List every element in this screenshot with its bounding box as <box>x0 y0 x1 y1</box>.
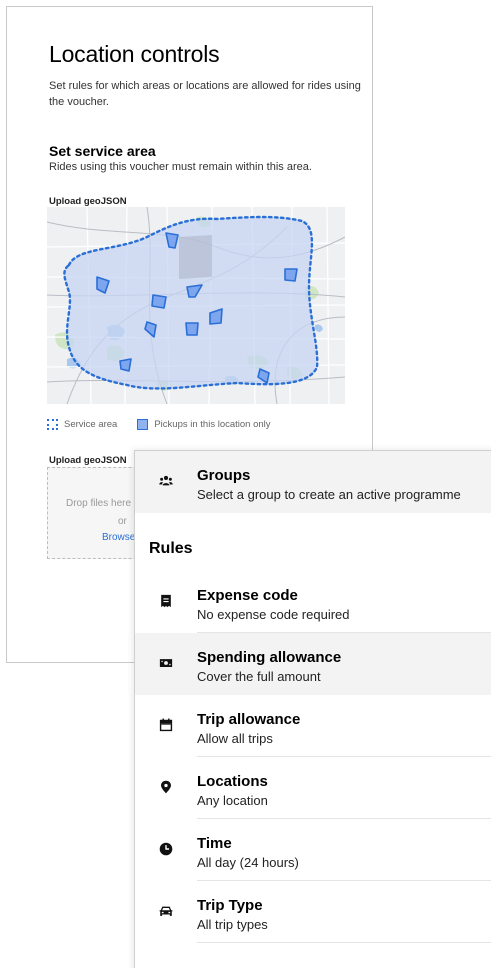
rule-title: Trip allowance <box>197 711 301 728</box>
airport-area <box>179 235 212 279</box>
rule-title: Locations <box>197 773 268 790</box>
service-area-legend-label: Service area <box>64 418 118 430</box>
rules-heading: Rules <box>149 540 193 557</box>
map-legend: Service area Pickups in this location on… <box>47 417 271 431</box>
upload-geojson-label-2: Upload geoJSON <box>49 455 127 466</box>
rule-subtitle: Cover the full amount <box>197 669 321 684</box>
rule-title: Expense code <box>197 587 298 604</box>
pickup-legend-swatch <box>137 418 149 430</box>
rule-expense-code[interactable]: Expense code No expense code required <box>135 571 491 633</box>
rule-trip-allowance[interactable]: Trip allowance Allow all trips <box>135 695 491 757</box>
rule-title: Time <box>197 835 232 852</box>
pickup-legend-label: Pickups in this location only <box>154 418 271 430</box>
service-area-description: Rides using this voucher must remain wit… <box>49 161 312 173</box>
upload-geojson-label: Upload geoJSON <box>49 196 127 207</box>
service-area-map[interactable] <box>47 207 345 404</box>
dropzone-or: or <box>118 516 127 527</box>
pickup-zone <box>151 294 167 309</box>
rule-subtitle: Any location <box>197 793 268 808</box>
page-description: Set rules for which areas or locations a… <box>49 80 361 108</box>
rule-time[interactable]: Time All day (24 hours) <box>135 819 491 881</box>
rule-trip-type[interactable]: Trip Type All trip types <box>135 881 491 943</box>
location-pin-icon <box>158 779 174 795</box>
page-title: Location controls <box>49 41 220 67</box>
service-area-legend-swatch <box>47 418 58 430</box>
car-icon <box>158 903 174 919</box>
cash-icon <box>158 655 174 671</box>
people-icon <box>158 473 174 489</box>
rule-title: Trip Type <box>197 897 263 914</box>
groups-row[interactable]: Groups Select a group to create an activ… <box>135 451 491 513</box>
receipt-icon <box>158 593 174 609</box>
clock-icon <box>158 841 174 857</box>
calendar-icon <box>158 717 174 733</box>
rule-subtitle: No expense code required <box>197 607 350 622</box>
pickup-zone <box>119 358 132 372</box>
groups-title: Groups <box>197 467 251 484</box>
pickup-zone <box>284 268 298 282</box>
map-graphic <box>47 207 345 404</box>
pickup-zone <box>185 322 199 336</box>
dropzone-text: Drop files here <box>66 498 132 509</box>
service-area-title: Set service area <box>49 143 156 159</box>
groups-subtitle: Select a group to create an active progr… <box>197 487 461 502</box>
row-divider <box>197 942 491 943</box>
rules-panel: Groups Select a group to create an activ… <box>134 450 491 968</box>
rule-subtitle: All day (24 hours) <box>197 855 299 870</box>
rule-subtitle: Allow all trips <box>197 731 273 746</box>
rule-title: Spending allowance <box>197 649 342 666</box>
rule-subtitle: All trip types <box>197 917 268 932</box>
rule-spending-allowance[interactable]: Spending allowance Cover the full amount <box>135 633 491 695</box>
rule-locations[interactable]: Locations Any location <box>135 757 491 819</box>
